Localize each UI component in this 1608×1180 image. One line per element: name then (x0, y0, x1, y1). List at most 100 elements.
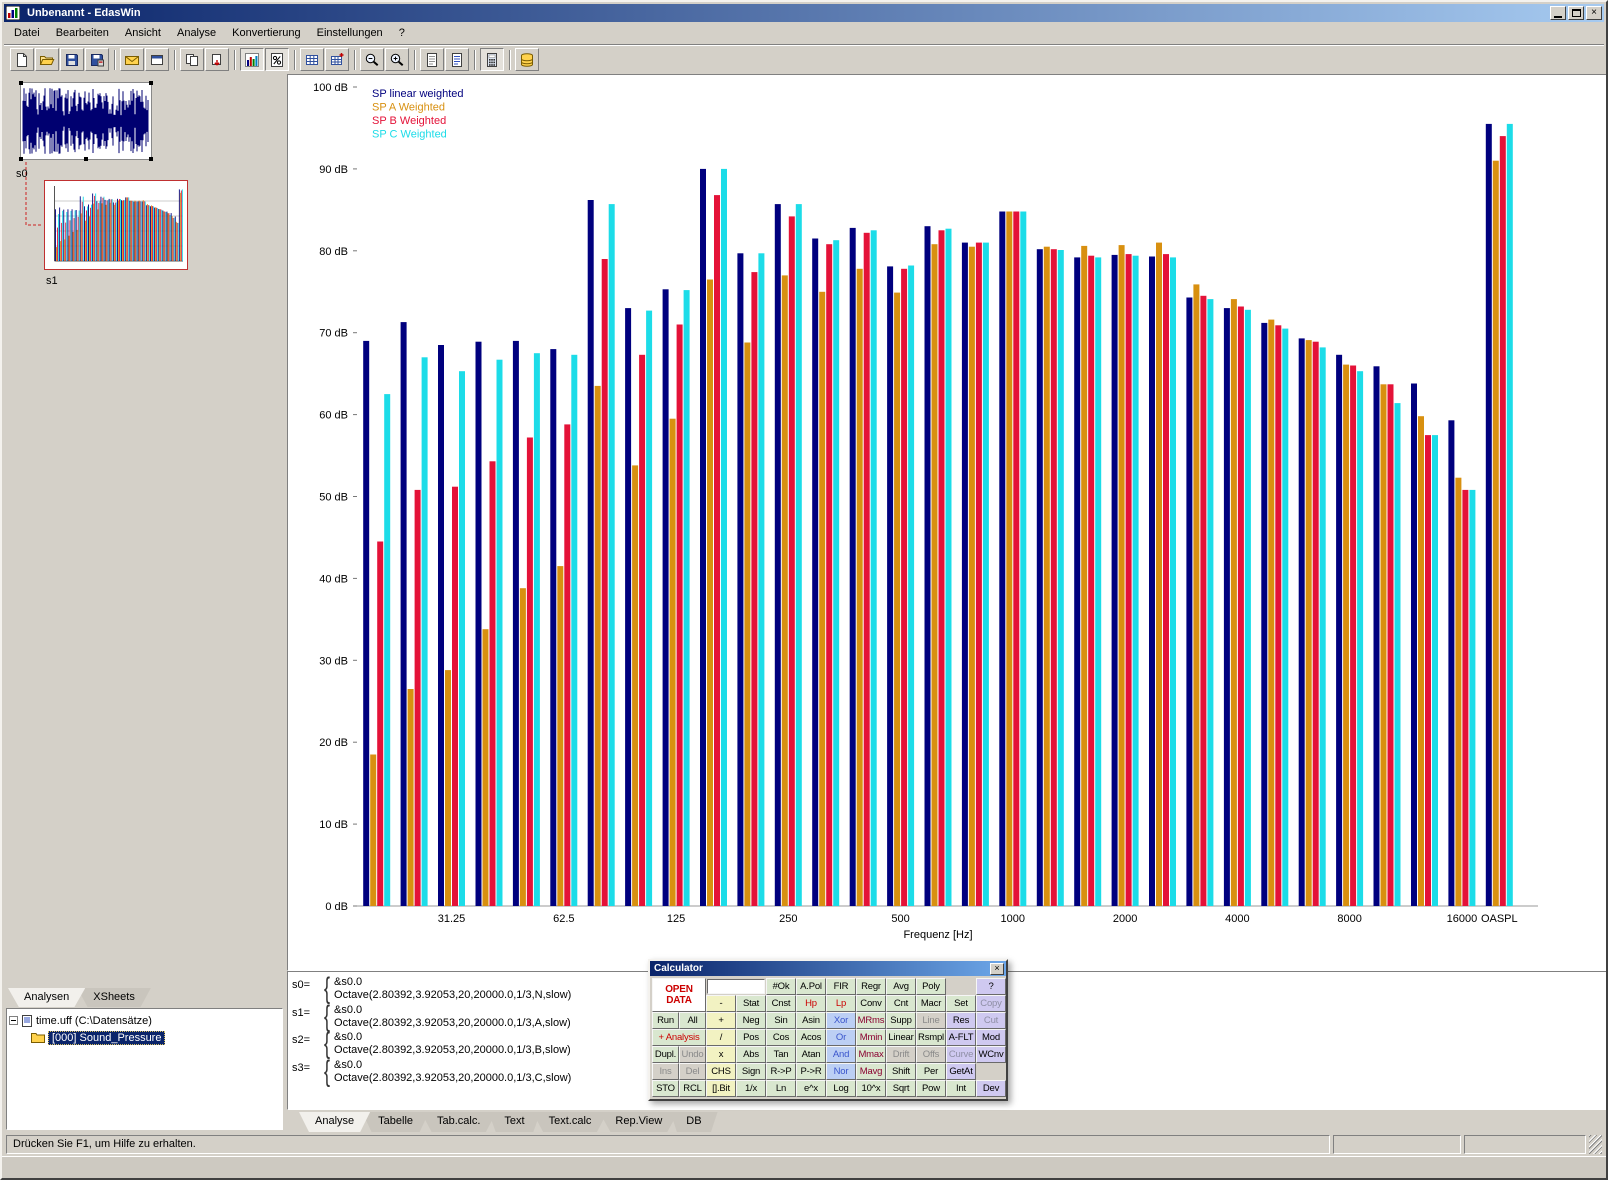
calc-button-multiply[interactable]: x (706, 1046, 736, 1063)
mail-button[interactable] (120, 48, 144, 71)
calc-button-avg[interactable]: Avg (886, 978, 916, 995)
restore-button[interactable] (1568, 6, 1584, 20)
report-button[interactable] (420, 48, 444, 71)
calc-button-getat[interactable]: GetAt (946, 1063, 976, 1080)
calc-button-neg[interactable]: Neg (736, 1012, 766, 1029)
calc-button-res[interactable]: Res (946, 1012, 976, 1029)
calc-button-sqrt[interactable]: Sqrt (886, 1080, 916, 1097)
menu-item-datei[interactable]: Datei (6, 24, 48, 42)
calc-button-bit[interactable]: [].Bit (706, 1080, 736, 1097)
calc-button-mavg[interactable]: Mavg (856, 1063, 886, 1080)
zoom-out-button[interactable] (360, 48, 384, 71)
calculator-close-button[interactable]: × (990, 963, 1004, 975)
view-tab-tabelle[interactable]: Tabelle (362, 1112, 429, 1132)
calc-button-conv[interactable]: Conv (856, 995, 886, 1012)
calc-button-10-x[interactable]: 10^x (856, 1080, 886, 1097)
calc-button-plus[interactable]: + (706, 1012, 736, 1029)
calc-button-acos[interactable]: Acos (796, 1029, 826, 1046)
calc-button-regr[interactable]: Regr (856, 978, 886, 995)
calc-button-a-flt[interactable]: A-FLT (946, 1029, 976, 1046)
calc-button-linear[interactable]: Linear (886, 1029, 916, 1046)
thumbnail-s0[interactable] (20, 82, 152, 160)
calc-button-fir[interactable]: FIR (826, 978, 856, 995)
menu-item-ansicht[interactable]: Ansicht (117, 24, 169, 42)
calc-button-rcl[interactable]: RCL (679, 1080, 706, 1097)
calc-button-help[interactable]: ? (976, 978, 1006, 995)
calc-button-mrms[interactable]: MRms (856, 1012, 886, 1029)
calc-button-mmax[interactable]: Mmax (856, 1046, 886, 1063)
calc-button-tan[interactable]: Tan (766, 1046, 796, 1063)
calc-button-per[interactable]: Per (916, 1063, 946, 1080)
sidebar-tab-xsheets[interactable]: XSheets (77, 988, 151, 1007)
calc-button-del[interactable]: Del (679, 1063, 706, 1080)
menu-item-analyse[interactable]: Analyse (169, 24, 224, 42)
calculator-title-bar[interactable]: Calculator × (650, 961, 1006, 976)
calc-button-macr[interactable]: Macr (916, 995, 946, 1012)
view-tab-text[interactable]: Text (488, 1112, 540, 1132)
calc-button-rsmpl[interactable]: Rsmpl (916, 1029, 946, 1046)
calc-button-p-r[interactable]: P->R (796, 1063, 826, 1080)
percent-view-button[interactable] (265, 48, 289, 71)
calculator-button-button[interactable] (480, 48, 504, 71)
calc-button-pos[interactable]: Pos (736, 1029, 766, 1046)
table-button[interactable] (300, 48, 324, 71)
calc-button-and[interactable]: And (826, 1046, 856, 1063)
collapse-expander-icon[interactable] (9, 1016, 18, 1025)
sidebar-tab-analysen[interactable]: Analysen (8, 988, 85, 1007)
calc-button-poly[interactable]: Poly (916, 978, 946, 995)
calc-button-cnst[interactable]: Cnst (766, 995, 796, 1012)
calc-button-cnt[interactable]: Cnt (886, 995, 916, 1012)
calc-button-atan[interactable]: Atan (796, 1046, 826, 1063)
export-sheet-button[interactable] (205, 48, 229, 71)
calc-open-data-button[interactable]: OPEN DATA (652, 978, 706, 1012)
calc-button-dev[interactable]: Dev (976, 1080, 1006, 1097)
table-add-button[interactable] (325, 48, 349, 71)
menu-item-help[interactable]: ? (391, 24, 413, 42)
calc-button-sign[interactable]: Sign (736, 1063, 766, 1080)
new-button[interactable] (10, 48, 34, 71)
calc-button-run[interactable]: Run (652, 1012, 679, 1029)
calc-button-shift[interactable]: Shift (886, 1063, 916, 1080)
calc-button-cut[interactable]: Cut (976, 1012, 1006, 1029)
calc-button-ok[interactable]: #Ok (766, 978, 796, 995)
calc-button-ins[interactable]: Ins (652, 1063, 679, 1080)
calc-button-mmin[interactable]: Mmin (856, 1029, 886, 1046)
copy-sheet-button[interactable] (180, 48, 204, 71)
view-tab-text-calc[interactable]: Text.calc (533, 1112, 608, 1132)
calc-input-field[interactable] (707, 979, 765, 994)
calc-button-wcnv[interactable]: WCnv (976, 1046, 1006, 1063)
save-button[interactable] (60, 48, 84, 71)
view-tab-tab-calc[interactable]: Tab.calc. (421, 1112, 496, 1132)
close-button[interactable]: × (1586, 6, 1602, 20)
calc-button-line[interactable]: Line (916, 1012, 946, 1029)
report-values-button[interactable] (445, 48, 469, 71)
calc-button-a-pol[interactable]: A.Pol (796, 978, 826, 995)
calc-button-lp[interactable]: Lp (826, 995, 856, 1012)
calc-button-set[interactable]: Set (946, 995, 976, 1012)
calc-button-curve[interactable]: Curve (946, 1046, 976, 1063)
calc-button-asin[interactable]: Asin (796, 1012, 826, 1029)
calc-button-or[interactable]: Or (826, 1029, 856, 1046)
thumbnail-s1[interactable] (44, 180, 188, 270)
database-button[interactable] (515, 48, 539, 71)
tree-item-file[interactable]: time.uff (C:\Datensätze) (9, 1012, 280, 1029)
calc-button-mod[interactable]: Mod (976, 1029, 1006, 1046)
minimize-button[interactable] (1550, 6, 1566, 20)
tree-item-channel[interactable]: [000] Sound_Pressure (9, 1029, 280, 1046)
calc-button-abs[interactable]: Abs (736, 1046, 766, 1063)
calc-button-divide[interactable]: / (706, 1029, 736, 1046)
menu-item-konvertierung[interactable]: Konvertierung (224, 24, 309, 42)
calc-button-sin[interactable]: Sin (766, 1012, 796, 1029)
calc-button-offs[interactable]: Offs (916, 1046, 946, 1063)
calc-button-int[interactable]: Int (946, 1080, 976, 1097)
title-bar[interactable]: Unbenannt - EdasWin × (4, 4, 1604, 22)
zoom-in-button[interactable] (385, 48, 409, 71)
calc-button-stat[interactable]: Stat (736, 995, 766, 1012)
calc-button-copy[interactable]: Copy (976, 995, 1006, 1012)
window-button[interactable] (145, 48, 169, 71)
calc-button-r-p[interactable]: R->P (766, 1063, 796, 1080)
view-tab-db[interactable]: DB (670, 1112, 717, 1132)
calc-button-pow[interactable]: Pow (916, 1080, 946, 1097)
calc-button-e-x[interactable]: e^x (796, 1080, 826, 1097)
view-tab-analyse[interactable]: Analyse (299, 1112, 370, 1132)
